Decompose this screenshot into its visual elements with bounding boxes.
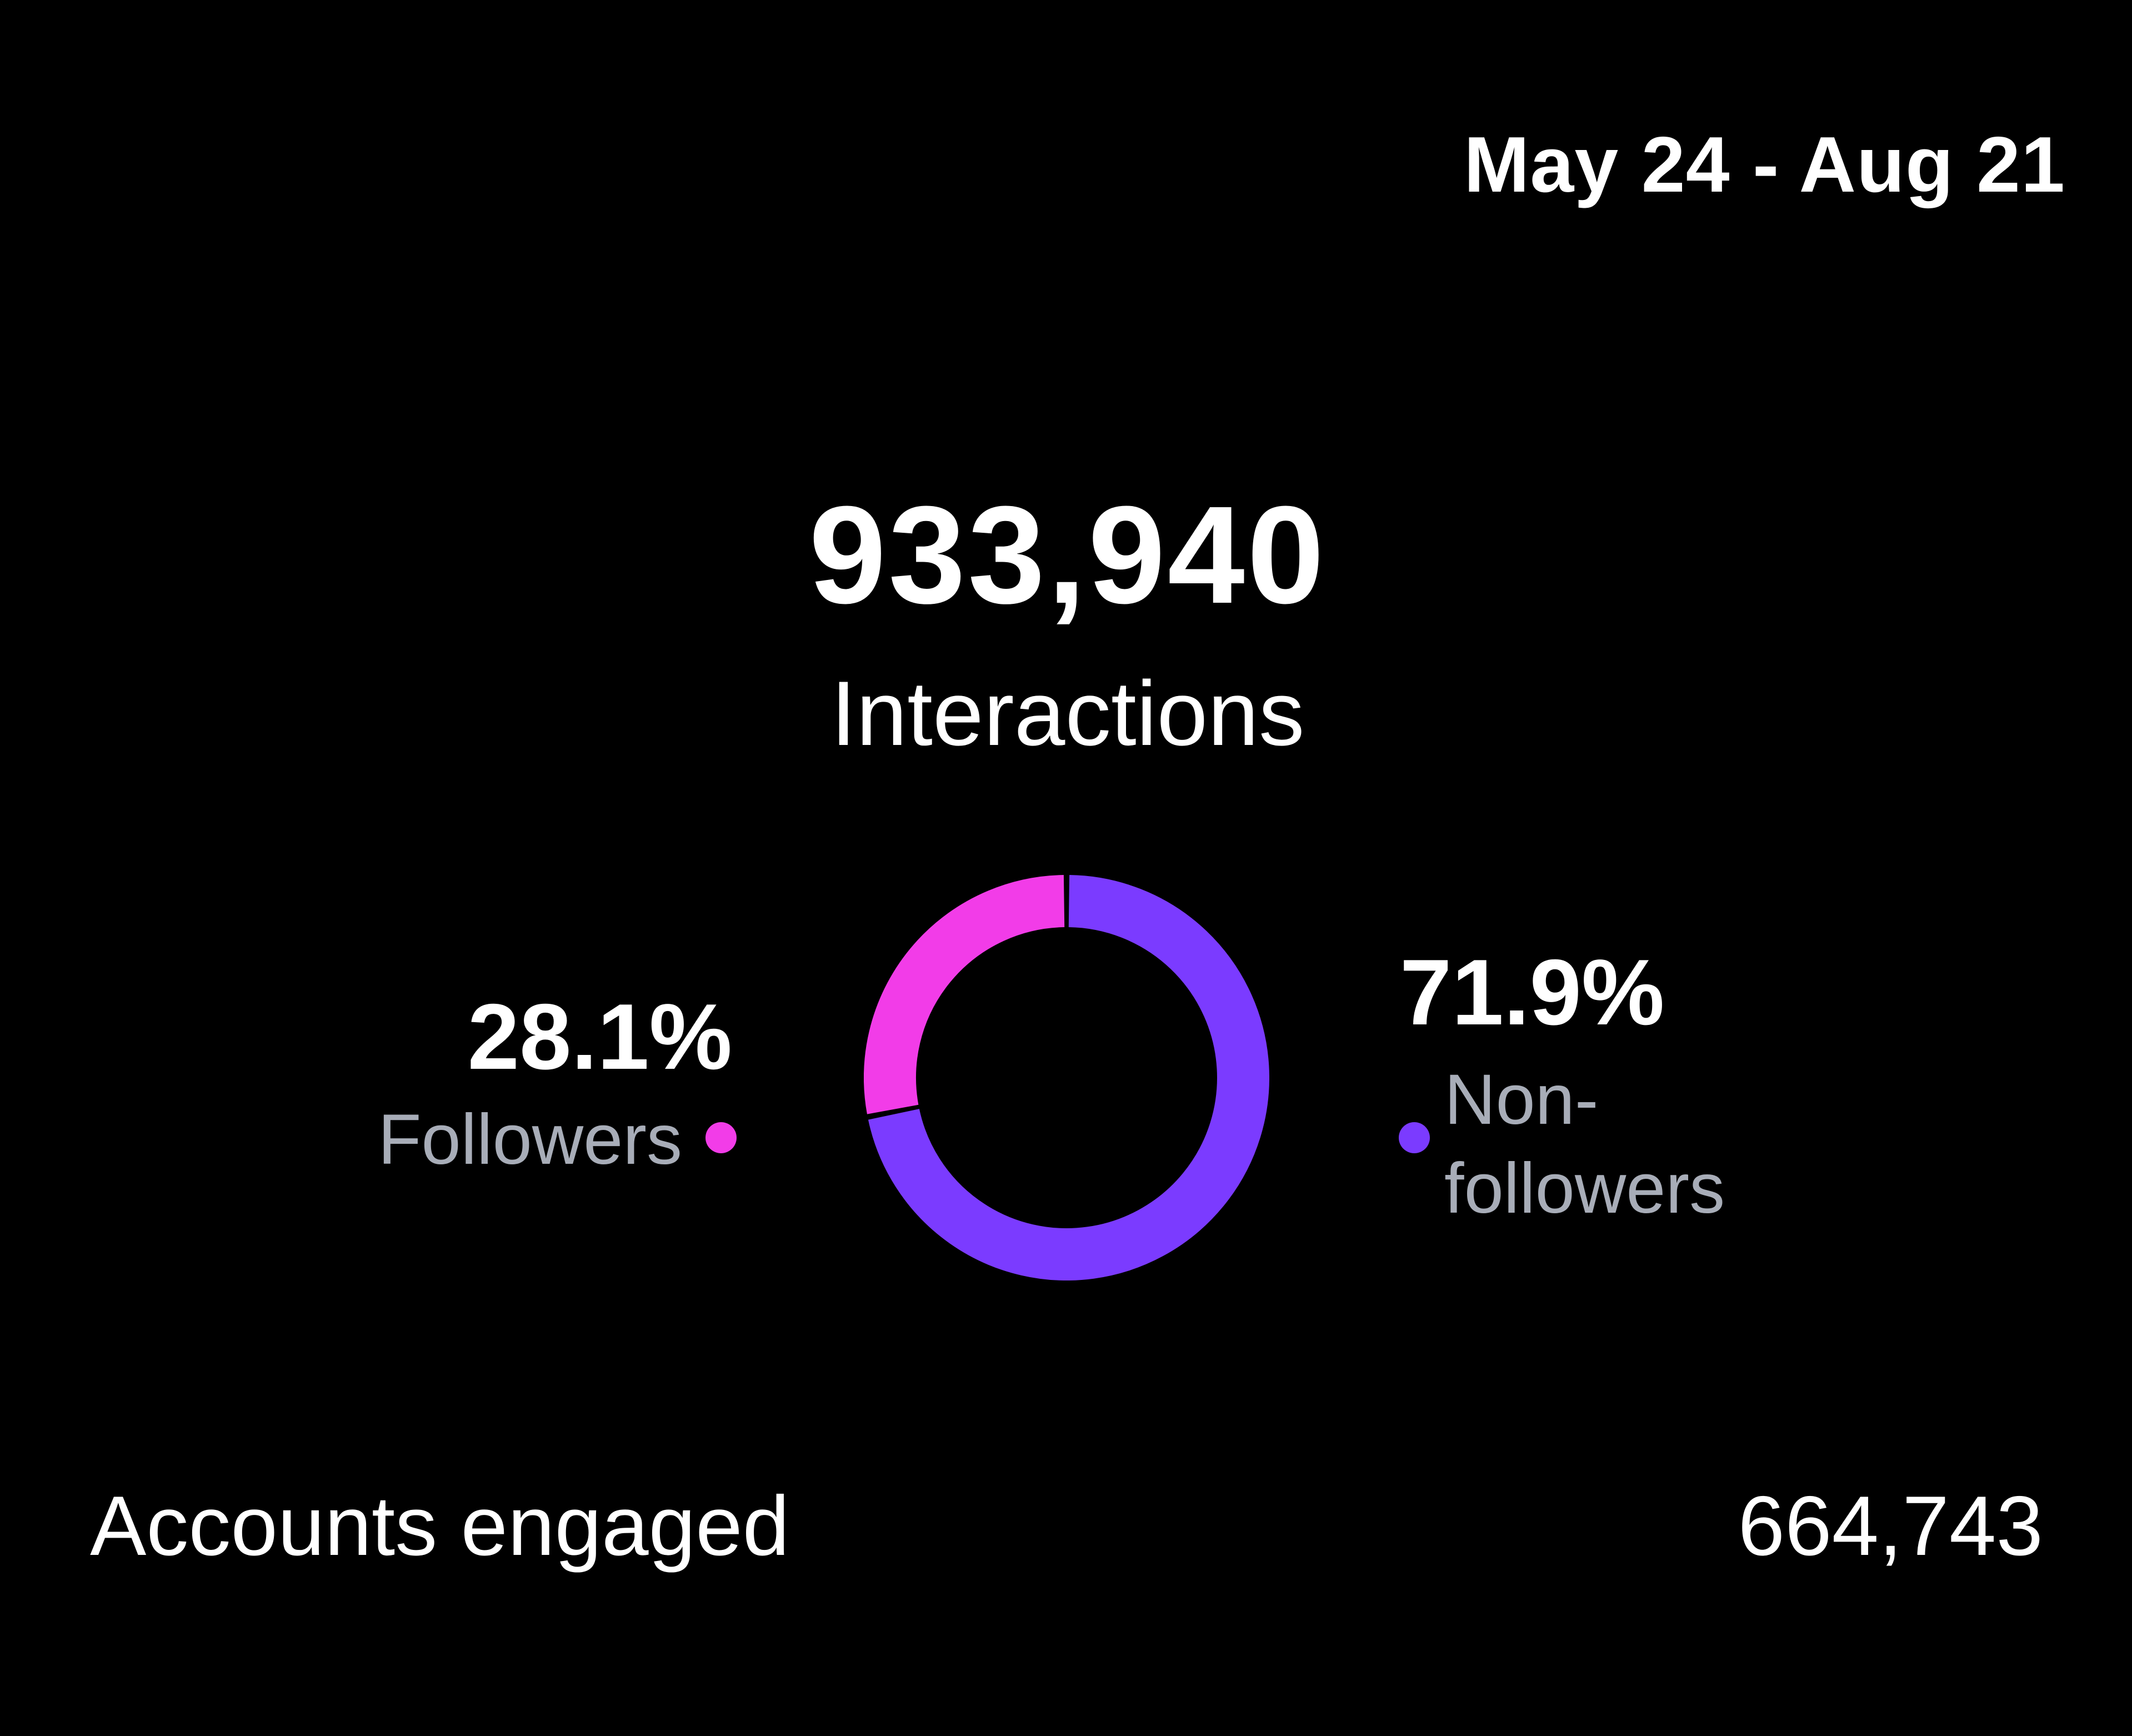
followers-percentage: 28.1% <box>467 984 732 1089</box>
followers-legend-dot <box>705 1122 737 1153</box>
non-followers-legend-dot <box>1399 1122 1430 1153</box>
interactions-label: Interactions <box>830 662 1305 764</box>
non-followers-label: Non- followers <box>1444 1055 1725 1233</box>
accounts-engaged-label: Accounts engaged <box>90 1479 790 1573</box>
non-followers-label-line1: Non- <box>1444 1060 1599 1139</box>
followers-label: Followers <box>378 1100 682 1179</box>
interactions-donut-chart <box>864 875 1269 1280</box>
non-followers-percentage: 71.9% <box>1400 940 1665 1044</box>
interactions-total: 933,940 <box>809 477 1327 632</box>
date-range[interactable]: May 24 - Aug 21 <box>1464 119 2065 211</box>
donut-segment-followers <box>864 875 1065 1114</box>
accounts-engaged-value: 664,743 <box>1738 1479 2043 1573</box>
non-followers-label-line2: followers <box>1444 1149 1725 1228</box>
